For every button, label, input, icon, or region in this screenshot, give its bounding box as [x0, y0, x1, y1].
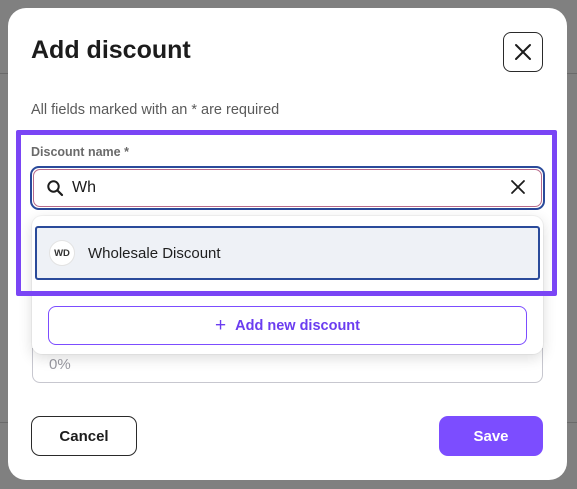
highlight-annotation	[16, 130, 557, 296]
add-new-discount-label: Add new discount	[235, 317, 360, 334]
dialog-title: Add discount	[31, 36, 191, 64]
required-fields-note: All fields marked with an * are required	[31, 102, 280, 118]
add-new-discount-button[interactable]: + Add new discount	[48, 306, 527, 345]
close-icon	[515, 44, 531, 60]
percentage-value: 0%	[49, 356, 71, 373]
cancel-button[interactable]: Cancel	[31, 416, 137, 456]
close-button[interactable]	[503, 32, 543, 72]
save-button[interactable]: Save	[439, 416, 543, 456]
plus-icon: +	[215, 315, 227, 336]
